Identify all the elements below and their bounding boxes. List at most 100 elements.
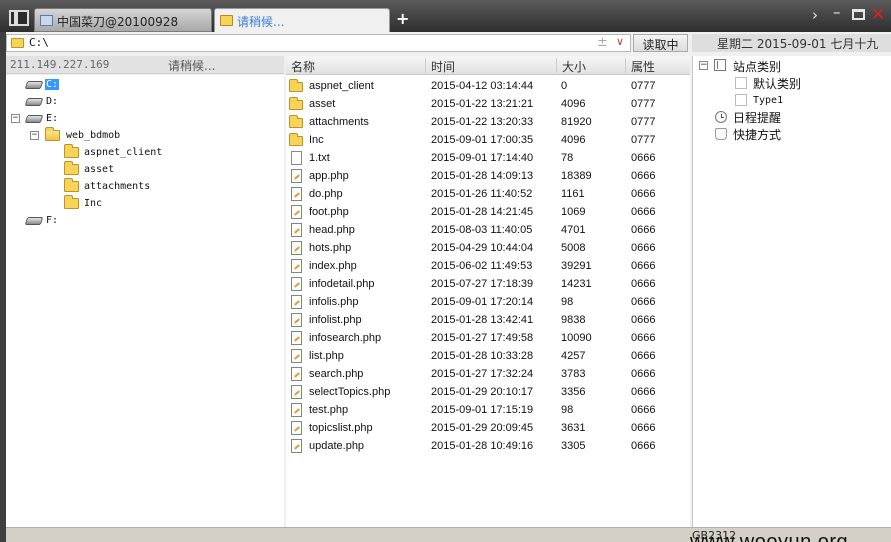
php-file-icon — [291, 205, 302, 219]
tree-label: 站点类别 — [733, 60, 782, 74]
file-list-header: 名称 时间 大小 属性 — [286, 56, 690, 75]
file-time: 2015-01-22 13:20:33 — [431, 116, 534, 128]
file-time: 2015-09-01 17:00:35 — [431, 134, 534, 146]
file-time: 2015-01-28 14:09:13 — [431, 170, 534, 182]
site-panel: − 站点类别 默认类别 Type1 日程提醒 快捷方式 — [692, 56, 891, 527]
chevron-down-icon[interactable]: ∨ — [616, 35, 624, 48]
tree-folder-web-bdmob[interactable]: − web_bdmob — [30, 127, 150, 144]
table-row[interactable]: 1.txt 2015-09-01 17:14:40 78 0666 — [286, 149, 690, 167]
tree-folder-aspnet-client[interactable]: aspnet_client — [63, 144, 193, 161]
file-time: 2015-01-28 10:49:16 — [431, 440, 534, 452]
new-tab-button[interactable]: + — [396, 9, 409, 28]
table-row[interactable]: attachments 2015-01-22 13:20:33 81920 0777 — [286, 113, 690, 131]
address-path: C:\ — [29, 36, 49, 49]
table-row[interactable]: hots.php 2015-04-29 10:44:04 5008 0666 — [286, 239, 690, 257]
tree-folder-attachments[interactable]: attachments — [63, 178, 193, 195]
read-button[interactable]: 读取中 — [633, 34, 688, 52]
file-size: 98 — [561, 404, 574, 416]
drive-icon — [24, 217, 44, 225]
file-attr: 0666 — [631, 152, 656, 164]
table-row[interactable]: index.php 2015-06-02 11:49:53 39291 0666 — [286, 257, 690, 275]
table-row[interactable]: selectTopics.php 2015-01-29 20:10:17 3356 0… — [286, 383, 690, 401]
tree-label: attachments — [84, 181, 151, 192]
table-row[interactable]: list.php 2015-01-28 10:33:28 4257 0666 — [286, 347, 690, 365]
table-row[interactable]: do.php 2015-01-26 11:40:52 1161 0666 — [286, 185, 690, 203]
add-bookmark-icon[interactable]: ± — [597, 35, 608, 50]
column-name[interactable]: 名称 — [291, 58, 315, 75]
tree-folder-asset[interactable]: asset — [63, 161, 193, 178]
file-name: update.php — [309, 440, 365, 452]
tree-label: E: — [46, 113, 59, 124]
file-name: test.php — [309, 404, 349, 416]
table-row[interactable]: infodetail.php 2015-07-27 17:18:39 14231 06… — [286, 275, 690, 293]
file-size: 0 — [561, 80, 568, 92]
tree-label: 日程提醒 — [733, 111, 782, 125]
tree-header: 211.149.227.169 请稍候... — [6, 56, 284, 74]
file-size: 78 — [561, 152, 574, 164]
table-row[interactable]: test.php 2015-09-01 17:15:19 98 0666 — [286, 401, 690, 419]
address-input[interactable]: C:\ ± ∨ — [6, 34, 631, 52]
table-row[interactable]: search.php 2015-01-27 17:32:24 3783 0666 — [286, 365, 690, 383]
folder-icon — [11, 38, 24, 48]
file-size: 14231 — [561, 278, 592, 290]
server-ip: 211.149.227.169 — [10, 58, 110, 71]
file-attr: 0666 — [631, 242, 656, 254]
tree-label: aspnet_client — [84, 147, 163, 158]
tree-drive-e[interactable]: − E: — [10, 111, 90, 127]
file-attr: 0666 — [631, 404, 656, 416]
column-size[interactable]: 大小 — [562, 58, 586, 75]
close-icon[interactable]: ✕ — [871, 5, 885, 25]
collapse-icon[interactable]: − — [699, 61, 708, 70]
tree-type1[interactable]: Type1 — [733, 92, 873, 108]
file-size: 18389 — [561, 170, 592, 182]
file-size: 5008 — [561, 242, 586, 254]
tab-loading[interactable]: 请稍候... — [214, 8, 390, 32]
tree-shortcuts[interactable]: 快捷方式 — [713, 125, 873, 142]
table-row[interactable]: foot.php 2015-01-28 14:21:45 1069 0666 — [286, 203, 690, 221]
collapse-icon[interactable]: − — [30, 131, 39, 140]
tree-default-category[interactable]: 默认类别 — [733, 74, 873, 91]
file-time: 2015-06-02 11:49:53 — [431, 260, 533, 272]
maximize-icon[interactable] — [852, 9, 865, 20]
file-name: infosearch.php — [309, 332, 382, 344]
column-divider[interactable] — [425, 58, 426, 73]
table-row[interactable]: Inc 2015-09-01 17:00:35 4096 0777 — [286, 131, 690, 149]
file-name: list.php — [309, 350, 344, 362]
file-size: 3631 — [561, 422, 586, 434]
collapse-icon[interactable]: − — [11, 114, 20, 123]
table-row[interactable]: infosearch.php 2015-01-27 17:49:58 10090 06… — [286, 329, 690, 347]
tree-drive-c[interactable]: C: — [24, 77, 84, 93]
table-row[interactable]: asset 2015-01-22 13:21:21 4096 0777 — [286, 95, 690, 113]
folder-icon — [289, 115, 303, 128]
column-attr[interactable]: 属性 — [631, 58, 655, 75]
tab-chopper[interactable]: 中国菜刀@20100928 — [34, 8, 212, 32]
table-row[interactable]: app.php 2015-01-28 14:09:13 18389 0666 — [286, 167, 690, 185]
file-name: head.php — [309, 224, 355, 236]
file-name: infolis.php — [309, 296, 359, 308]
table-row[interactable]: head.php 2015-08-03 11:40:05 4701 0666 — [286, 221, 690, 239]
tree-folder-inc[interactable]: Inc — [63, 195, 193, 212]
table-row[interactable]: topicslist.php 2015-01-29 20:09:45 3631 066… — [286, 419, 690, 437]
tree-schedule[interactable]: 日程提醒 — [713, 108, 873, 125]
column-divider[interactable] — [625, 58, 626, 73]
tree-drive-d[interactable]: D: — [24, 94, 84, 110]
minimize-icon[interactable]: – — [833, 3, 841, 21]
php-file-icon — [291, 187, 302, 201]
tree-site-category[interactable]: − 站点类别 — [693, 57, 883, 74]
drive-icon — [24, 98, 44, 106]
file-attr: 0666 — [631, 368, 656, 380]
table-row[interactable]: aspnet_client 2015-04-12 03:14:44 0 0777 — [286, 77, 690, 95]
file-time: 2015-01-26 11:40:52 — [431, 188, 533, 200]
tree-drive-f[interactable]: F: — [24, 213, 84, 229]
table-row[interactable]: update.php 2015-01-28 10:49:16 3305 0666 — [286, 437, 690, 455]
column-time[interactable]: 时间 — [431, 58, 455, 75]
php-file-icon — [291, 439, 302, 453]
watermark: www.wooyun.org — [690, 531, 849, 542]
folder-open-icon — [45, 127, 60, 141]
chevron-right-icon[interactable]: › — [812, 6, 818, 24]
column-divider[interactable] — [556, 58, 557, 73]
table-row[interactable]: infolis.php 2015-09-01 17:20:14 98 0666 — [286, 293, 690, 311]
php-file-icon — [291, 259, 302, 273]
table-row[interactable]: infolist.php 2015-01-28 13:42:41 9838 0666 — [286, 311, 690, 329]
file-attr: 0666 — [631, 350, 656, 362]
